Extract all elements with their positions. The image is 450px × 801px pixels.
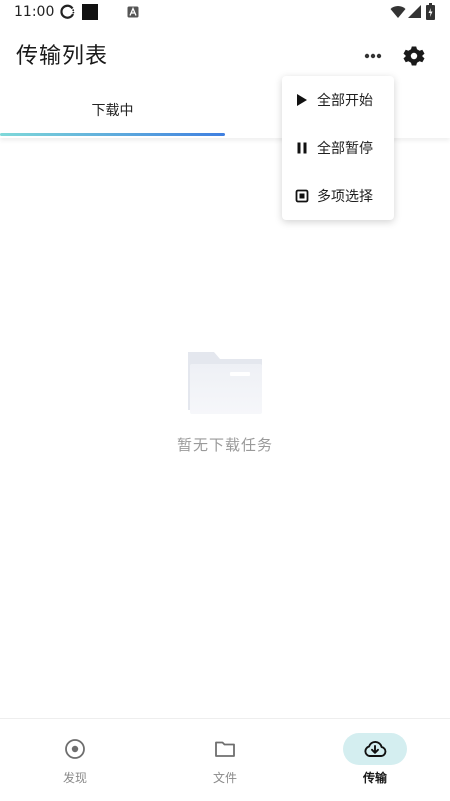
- menu-item-pause-all[interactable]: 全部暂停: [282, 124, 394, 172]
- empty-folder-icon: [188, 352, 262, 414]
- menu-item-label: 多项选择: [317, 189, 373, 205]
- menu-item-label: 全部暂停: [317, 141, 373, 157]
- sync-icon: [60, 4, 75, 19]
- menu-item-start-all[interactable]: 全部开始: [282, 76, 394, 124]
- nav-label: 传输: [362, 771, 387, 785]
- bottom-navigation: 发现 文件 传输: [0, 718, 450, 801]
- play-icon: [297, 94, 307, 106]
- settings-button[interactable]: [400, 42, 428, 70]
- nav-item-discover[interactable]: 发现: [0, 719, 150, 801]
- signal-icon: [408, 5, 421, 18]
- nav-item-files[interactable]: 文件: [150, 719, 300, 801]
- wifi-icon: [390, 6, 406, 19]
- tab-label: 下载中: [91, 103, 134, 119]
- more-options-menu: 全部开始 全部暂停 多项选择: [282, 76, 394, 220]
- status-time: 11:00: [14, 4, 55, 20]
- empty-state-text: 暂无下载任务: [176, 436, 273, 454]
- a-notification-icon: [127, 6, 139, 18]
- page-title: 传输列表: [16, 44, 109, 69]
- discover-icon: [65, 739, 85, 759]
- battery-icon: [426, 3, 435, 20]
- tab-downloading[interactable]: 下载中: [0, 84, 225, 136]
- menu-item-multi-select[interactable]: 多项选择: [282, 172, 394, 220]
- cloud-download-icon: [364, 740, 387, 757]
- folder-icon: [215, 741, 235, 757]
- tab-indicator: [0, 133, 225, 136]
- nav-label: 发现: [62, 771, 87, 785]
- pause-icon: [297, 142, 307, 154]
- gear-icon: [403, 46, 425, 66]
- notification-square-icon: [82, 4, 98, 20]
- nav-item-transfer[interactable]: 传输: [300, 719, 450, 801]
- nav-label: 文件: [212, 771, 237, 785]
- status-bar: 11:00: [0, 0, 450, 26]
- select-icon: [295, 189, 309, 203]
- more-horizontal-icon: [364, 53, 382, 59]
- menu-item-label: 全部开始: [317, 93, 373, 109]
- more-options-button[interactable]: [358, 44, 388, 68]
